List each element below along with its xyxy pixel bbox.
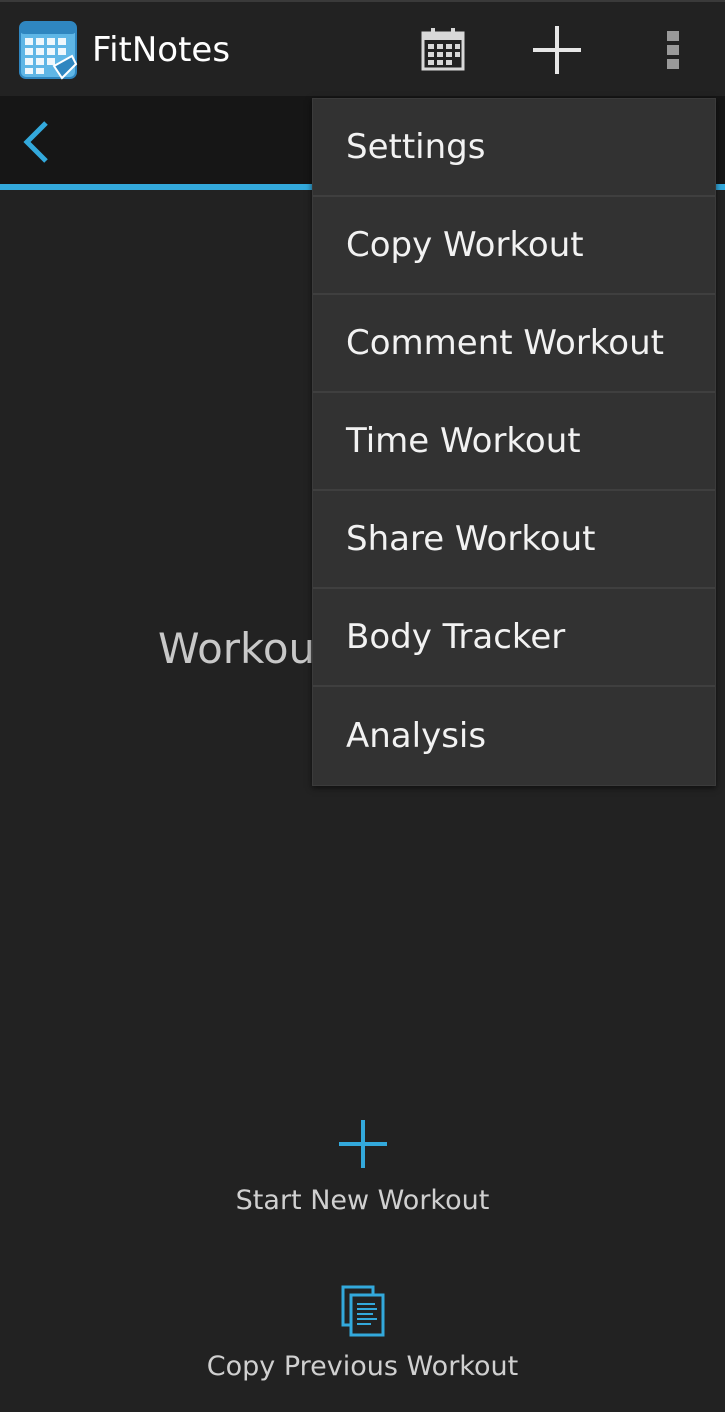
calendar-button[interactable] xyxy=(413,20,473,80)
menu-item-share-workout[interactable]: Share Workout xyxy=(313,491,715,589)
calendar-icon xyxy=(421,28,465,71)
action-bar: FitNotes xyxy=(0,0,725,96)
menu-item-time-workout[interactable]: Time Workout xyxy=(313,393,715,491)
previous-day-button[interactable] xyxy=(14,118,58,166)
app-title: FitNotes xyxy=(92,30,231,70)
chevron-left-icon xyxy=(23,121,48,163)
copy-previous-workout-button[interactable]: Copy Previous Workout xyxy=(0,1284,725,1384)
menu-item-copy-workout[interactable]: Copy Workout xyxy=(313,197,715,295)
overflow-menu: Settings Copy Workout Comment Workout Ti… xyxy=(312,98,716,786)
fitnotes-screen: FitNotes Workou Start New Workout Copy P… xyxy=(0,0,725,1412)
plus-icon xyxy=(533,26,581,74)
overflow-menu-icon xyxy=(667,31,679,69)
overflow-menu-button[interactable] xyxy=(643,20,703,80)
fitnotes-logo-icon xyxy=(18,20,80,82)
copy-previous-workout-label: Copy Previous Workout xyxy=(206,1351,519,1382)
add-button[interactable] xyxy=(527,20,587,80)
menu-item-body-tracker[interactable]: Body Tracker xyxy=(313,589,715,687)
start-new-workout-label: Start New Workout xyxy=(235,1185,490,1216)
menu-item-settings[interactable]: Settings xyxy=(313,99,715,197)
menu-item-comment-workout[interactable]: Comment Workout xyxy=(313,295,715,393)
start-new-workout-button[interactable]: Start New Workout xyxy=(0,1118,725,1218)
copy-document-icon xyxy=(0,1284,725,1344)
menu-item-analysis[interactable]: Analysis xyxy=(313,687,715,785)
plus-icon xyxy=(0,1118,725,1178)
